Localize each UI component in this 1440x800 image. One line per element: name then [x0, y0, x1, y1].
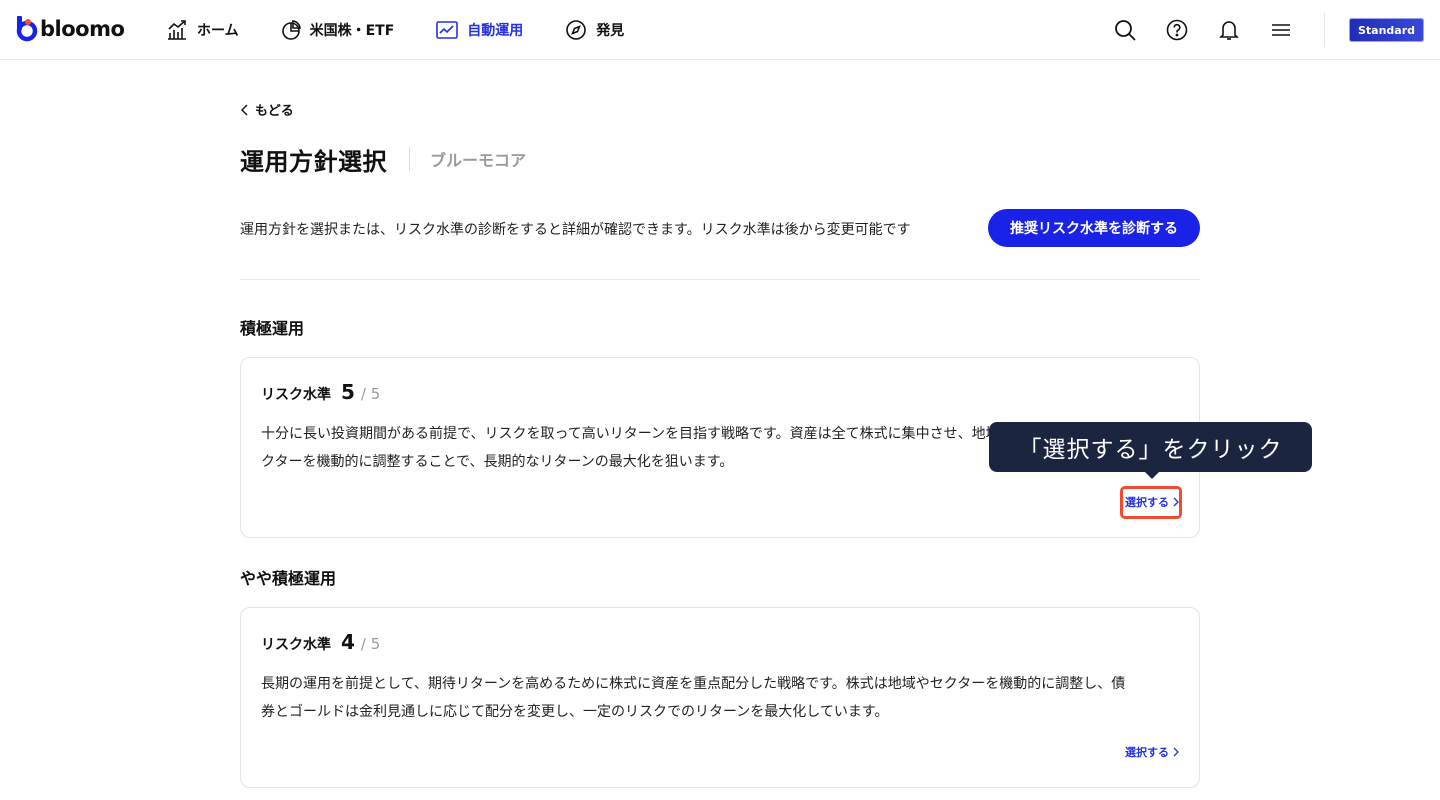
- bloomo-logo-mark-icon: [16, 16, 38, 42]
- risk-level-max: / 5: [360, 385, 381, 403]
- line-chart-icon: [436, 21, 459, 39]
- title-divider: [409, 147, 410, 171]
- bell-icon: [1219, 21, 1239, 40]
- page-description: 運用方針を選択または、リスク水準の診断をすると詳細が確認できます。リスク水準は後…: [240, 222, 911, 238]
- risk-level-max: / 5: [360, 635, 381, 653]
- hamburger-menu-icon: [1272, 24, 1290, 36]
- page-subtitle: ブルーモコア: [430, 151, 527, 170]
- strategy-description: 長期の運用を前提として、期待リターンを高めるために株式に資産を重点配分した戦略で…: [261, 670, 1181, 726]
- risk-level-row: リスク水準 5 / 5: [261, 380, 380, 404]
- back-label: もどる: [255, 104, 294, 119]
- section-title-moderately-aggressive: やや積極運用: [240, 569, 337, 588]
- risk-level-value: 4: [341, 630, 355, 654]
- section-divider: [240, 279, 1200, 280]
- strategy-description-line: 券とゴールドは金利見通しに応じて配分を変更し、一定のリスクでのリターンを最大化し…: [261, 704, 889, 720]
- logo-text: bloomo: [40, 17, 125, 41]
- chevron-left-icon: [241, 104, 248, 115]
- main-nav: ホーム 米国株・ETF 自動運用 発見: [166, 0, 666, 60]
- section-title-aggressive: 積極運用: [240, 319, 305, 338]
- help-icon: [1166, 19, 1188, 41]
- page-title: 運用方針選択: [240, 147, 387, 176]
- strategy-card-moderately-aggressive: リスク水準 4 / 5 長期の運用を前提として、期待リターンを高めるために株式に…: [240, 607, 1200, 788]
- risk-label: リスク水準: [261, 637, 331, 653]
- chevron-right-icon: [1173, 747, 1179, 757]
- instruction-tooltip: 「選択する」をクリック: [989, 422, 1312, 472]
- risk-level-value: 5: [341, 380, 355, 404]
- nav-label-home: ホーム: [197, 23, 239, 39]
- diagnose-risk-button[interactable]: 推奨リスク水準を診断する: [988, 209, 1200, 247]
- search-button[interactable]: [1113, 18, 1137, 42]
- help-button[interactable]: [1165, 18, 1189, 42]
- nav-label-discover: 発見: [596, 23, 625, 39]
- nav-item-us-stocks[interactable]: 米国株・ETF: [281, 20, 395, 40]
- risk-label: リスク水準: [261, 387, 331, 403]
- menu-button[interactable]: [1269, 18, 1293, 42]
- nav-label-us-stocks: 米国株・ETF: [309, 23, 395, 39]
- select-button-moderately-aggressive[interactable]: 選択する: [1125, 744, 1179, 760]
- search-icon: [1115, 20, 1136, 41]
- header-divider: [1324, 13, 1325, 47]
- pie-chart-icon: [281, 20, 301, 40]
- bloomo-logo[interactable]: bloomo: [16, 16, 125, 42]
- notifications-button[interactable]: [1217, 18, 1241, 42]
- compass-icon: [566, 20, 587, 40]
- nav-item-auto-invest[interactable]: 自動運用: [436, 20, 523, 40]
- back-link[interactable]: もどる: [241, 100, 294, 119]
- nav-label-auto-invest: 自動運用: [467, 23, 524, 39]
- top-header: bloomo ホーム 米国株・ETF 自動運用 発見 Standard: [0, 0, 1440, 60]
- nav-item-home[interactable]: ホーム: [166, 19, 239, 41]
- chart-growth-icon: [168, 20, 186, 40]
- risk-level-row: リスク水準 4 / 5: [261, 630, 380, 654]
- plan-badge[interactable]: Standard: [1349, 18, 1424, 42]
- click-highlight-box: [1120, 486, 1182, 519]
- tooltip-arrow: [1144, 471, 1160, 479]
- strategy-description-line: 長期の運用を前提として、期待リターンを高めるために株式に資産を重点配分した戦略で…: [261, 676, 1126, 692]
- nav-item-discover[interactable]: 発見: [565, 19, 624, 41]
- title-row: 運用方針選択 ブルーモコア: [240, 142, 526, 176]
- select-label: 選択する: [1125, 746, 1169, 759]
